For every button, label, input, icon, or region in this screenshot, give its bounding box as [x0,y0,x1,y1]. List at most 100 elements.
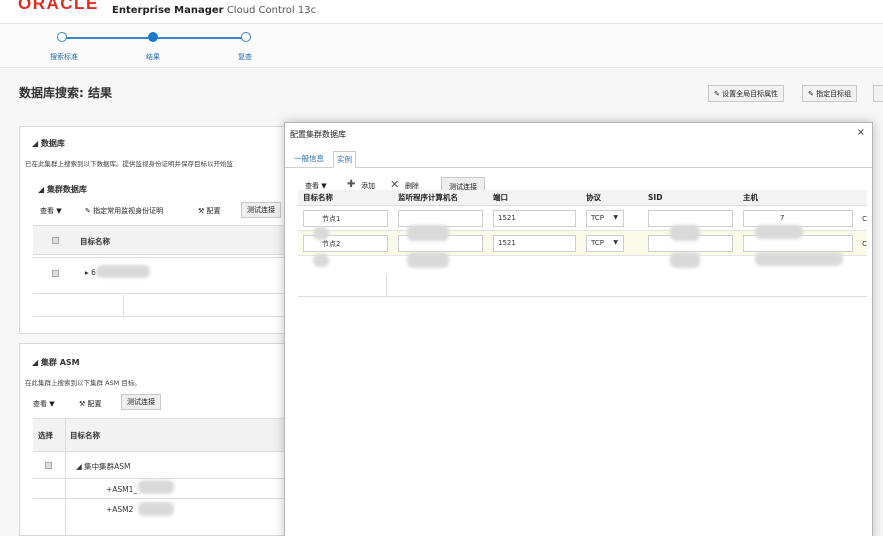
test-connection-db-button[interactable]: 测试连接 [241,202,281,218]
redacted-name [670,225,700,241]
asm-row-checkbox[interactable] [45,462,52,469]
pencil-icon: ✎ [808,90,817,98]
port-input[interactable]: 1521 [493,234,576,252]
view-label: 查看 [33,400,47,408]
train-step-1-label[interactable]: 搜索标准 [50,52,78,62]
configure-asm-label: 配置 [87,400,102,408]
train-step-1-dot[interactable] [57,32,67,42]
cluster-db-row-name[interactable]: ▸ 6 [85,268,96,277]
redacted-name [313,254,329,267]
col-divider [123,295,124,315]
train-step-2-dot [148,32,158,42]
redacted-name [755,252,843,266]
row-divider [33,293,285,294]
asm-row-1-name: 集中集群ASM [84,462,131,471]
cluster-db-title: 集群数据库 [46,185,87,194]
set-global-label: 设置全局目标属性 [722,90,779,98]
dialog-title: 配置集群数据库 [290,130,346,139]
redacted-name [407,252,449,268]
cluster-db-table-header [33,225,285,255]
host-input[interactable]: 7 [743,209,853,227]
redacted-name [138,502,174,516]
database-section-header[interactable]: ◢ 数据库 [32,138,65,149]
plus-icon[interactable]: ✚ [347,179,355,190]
asm-row-1[interactable]: ◢ 集中集群ASM [76,461,131,472]
table-divider [298,296,867,297]
specify-credential-label: 指定常用监视身份证明 [93,207,164,215]
wrench-icon: ⚒ [79,400,88,408]
configure-asm-button[interactable]: ⚒ 配置 [79,399,102,409]
port-input[interactable]: 1521 [493,209,576,227]
col-divider [386,274,387,296]
wrench-icon: ⚒ [198,207,207,215]
listener-host-input[interactable] [398,209,483,227]
redacted-name [755,225,803,239]
caret-down-icon: ▼ [613,238,618,246]
instances-table-header: 目标名称 监听程序计算机名 端口 协议 SID 主机 [298,190,867,206]
row-divider [33,478,285,479]
asm-row-2[interactable]: +ASM1_ [106,485,137,494]
product-name-bold: Enterprise Manager [112,5,224,16]
database-description: 已在此集群上搜索到以下数据库。提供监视身份证明并保存目标以开始监 [25,160,233,168]
host-trail: C [862,215,867,223]
col-sid: SID [643,190,738,206]
asm-view-menu[interactable]: 查看 ▼ [33,399,55,409]
redacted-name [313,227,329,240]
col-divider [65,418,66,536]
redacted-name [96,265,150,278]
row-divider [33,498,285,499]
target-name-input[interactable]: 节点1 [303,209,388,227]
app-header: ORACLE Enterprise Manager Cloud Control … [0,0,883,24]
cluster-db-header[interactable]: ◢ 集群数据库 [38,184,87,195]
train-step-3-dot[interactable] [241,32,251,42]
caret-down-icon: ▼ [613,213,618,221]
col-asm-target-name: 目标名称 [70,431,100,440]
col-listener-host: 监听程序计算机名 [393,190,488,206]
asm-section-title: 集群 ASM [40,358,80,367]
protocol-value: TCP [591,238,604,247]
protocol-value: TCP [591,213,604,222]
configure-db-label: 配置 [206,207,221,215]
table-bottom [33,316,285,317]
asm-description: 在此集群上搜索到以下集群 ASM 目标。 [25,379,141,387]
database-section-title: 数据库 [40,139,65,148]
cluster-db-view-menu[interactable]: 查看 ▼ [40,206,62,216]
close-icon[interactable]: × [857,127,865,138]
asm-row-3[interactable]: +ASM2 [106,505,133,514]
configure-db-button[interactable]: ⚒ 配置 [198,206,221,216]
asm-section-header[interactable]: ◢ 集群 ASM [32,357,80,368]
overflow-button[interactable] [873,85,883,102]
row-checkbox[interactable] [52,270,59,277]
col-target-name: 目标名称 [298,190,393,206]
product-name-rest: Cloud Control 13c [226,5,317,16]
col-select: 选择 [38,431,53,440]
tab-instances[interactable]: 实例 [333,151,356,168]
specify-credential-button[interactable]: ✎ 指定常用监视身份证明 [85,206,163,216]
view-label: 查看 [40,207,54,215]
redacted-name [138,480,174,494]
col-port: 端口 [488,190,581,206]
configure-cluster-db-dialog: 配置集群数据库 × 一般信息 实例 查看 ▼ ✚ 添加 ✕ 删除 测试连接 目标… [284,122,873,536]
host-trail: C [862,240,867,248]
sid-input[interactable] [648,209,733,227]
select-all-checkbox[interactable] [52,237,59,244]
redacted-name [670,252,700,268]
page-title: 数据库搜索: 结果 [19,86,112,100]
col-protocol: 协议 [581,190,643,206]
specify-target-group-button[interactable]: ✎ 指定目标组 [802,85,858,102]
col-host: 主机 [738,190,867,206]
protocol-select[interactable]: TCP ▼ [586,209,624,227]
col-target-name: 目标名称 [80,237,110,246]
dialog-tabs: 一般信息 实例 [285,149,872,168]
test-connection-asm-button[interactable]: 测试连接 [121,394,161,410]
step-train: 搜索标准 结果 复查 [0,24,883,68]
product-name: Enterprise Manager Cloud Control 13c [112,5,316,16]
pencil-icon: ✎ [714,90,723,98]
train-step-3-label[interactable]: 复查 [238,52,252,62]
redacted-name [407,225,449,241]
protocol-select[interactable]: TCP ▼ [586,234,624,252]
tab-general[interactable]: 一般信息 [291,151,327,166]
set-global-target-properties-button[interactable]: ✎ 设置全局目标属性 [708,85,785,102]
instances-table: 目标名称 监听程序计算机名 端口 协议 SID 主机 节点1 1521 TCP ▼… [298,190,867,256]
train-step-2-label: 结果 [146,53,160,61]
